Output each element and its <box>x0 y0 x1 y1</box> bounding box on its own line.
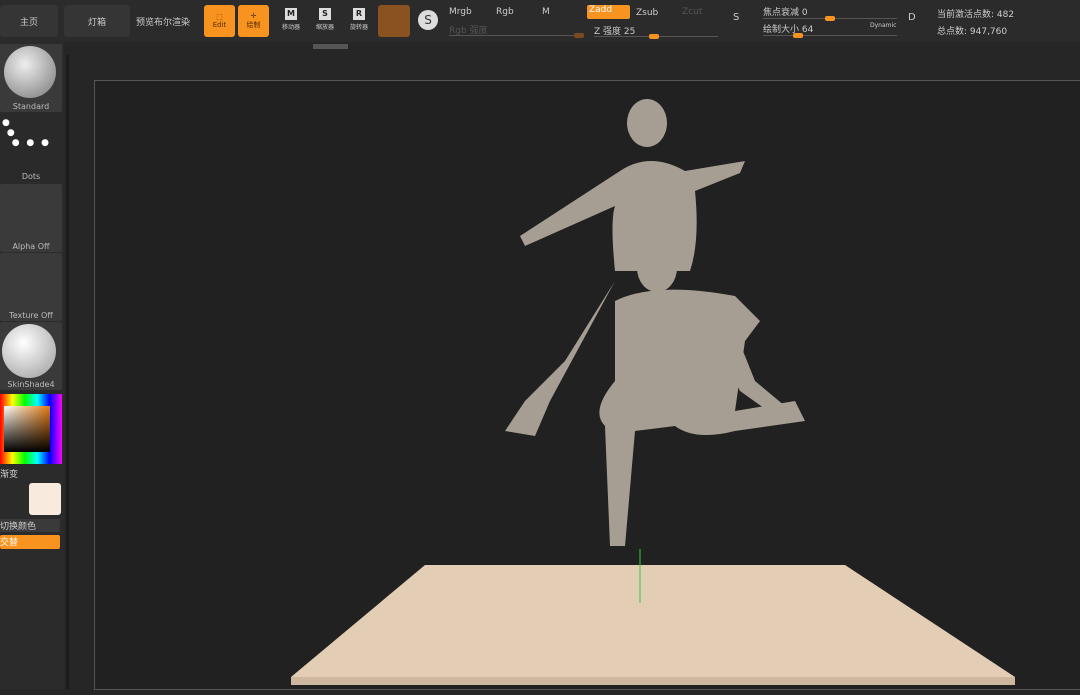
zcut-button[interactable]: Zcut <box>682 7 702 17</box>
draw-icon: ✛ <box>250 12 257 20</box>
draw-button[interactable]: ✛ 绘制 <box>238 5 269 37</box>
canvas-viewport[interactable] <box>94 80 1080 690</box>
rgb-intensity-slider[interactable] <box>449 33 584 38</box>
spotlight-icon[interactable]: S <box>418 10 438 30</box>
total-points: 总点数: 947,760 <box>937 27 1008 37</box>
zadd-button[interactable]: Zadd <box>587 5 630 19</box>
rgb-button[interactable]: Rgb <box>496 7 514 17</box>
texture-tile[interactable]: Texture Off <box>0 253 62 321</box>
divider <box>66 55 69 689</box>
brush-tile[interactable]: Standard <box>0 44 62 112</box>
material-icon <box>2 324 56 378</box>
rotate-button[interactable]: R 旋转器 <box>346 8 372 36</box>
draw-size-label: 绘制大小 64 <box>763 25 814 35</box>
models <box>505 99 805 546</box>
stroke-tile[interactable]: ● ● ● ● ● Dots <box>0 114 62 182</box>
left-shelf: Standard ● ● ● ● ● Dots Alpha Off Texture… <box>0 42 64 689</box>
floor-edge <box>291 677 1015 685</box>
edit-icon: ⬚ <box>216 13 223 21</box>
draw-size-slider[interactable] <box>763 33 897 38</box>
bpr-button[interactable]: 预览布尔渲染 <box>136 15 190 28</box>
move-button[interactable]: M 移动器 <box>278 8 304 36</box>
scrollbar[interactable] <box>313 44 348 49</box>
floor-plane <box>291 565 1015 677</box>
alpha-tile[interactable]: Alpha Off <box>0 184 62 252</box>
material-tile[interactable]: SkinShade4 <box>0 322 62 390</box>
home-button[interactable]: 主页 <box>0 5 58 37</box>
z-intensity-slider[interactable] <box>594 34 718 39</box>
active-points: 当前激活点数: 482 <box>937 10 1015 20</box>
mrgb-button[interactable]: Mrgb <box>449 7 472 17</box>
sphere-brush-button[interactable] <box>378 5 410 37</box>
gradient-label[interactable]: 渐变 <box>0 467 18 480</box>
dynamic-button[interactable]: Dynamic <box>870 22 896 29</box>
focal-shift-slider[interactable] <box>763 16 897 21</box>
scale-button[interactable]: S 缩放器 <box>312 8 338 36</box>
color-square <box>4 406 50 452</box>
stroke-d-icon[interactable]: D <box>908 12 916 23</box>
m-button[interactable]: M <box>542 7 550 17</box>
brush-icon <box>4 46 56 98</box>
top-toolbar: 主页 灯箱 预览布尔渲染 ⬚ Edit ✛ 绘制 M 移动器 S 缩放器 R 旋转器 S … <box>0 0 1080 42</box>
lightbox-button[interactable]: 灯箱 <box>64 5 130 37</box>
main-color-swatch[interactable] <box>29 483 61 515</box>
stroke-s-icon[interactable]: S <box>733 12 739 23</box>
dots-icon: ● ● ● ● ● <box>2 118 52 148</box>
alternate-button[interactable]: 交替 <box>0 535 60 549</box>
zsub-button[interactable]: Zsub <box>636 8 658 18</box>
color-picker[interactable] <box>0 394 62 464</box>
switch-color-button[interactable]: 切换颜色 <box>0 519 60 532</box>
scene <box>291 99 1015 685</box>
edit-button[interactable]: ⬚ Edit <box>204 5 235 37</box>
focal-shift-label: 焦点衰减 0 <box>763 8 808 18</box>
